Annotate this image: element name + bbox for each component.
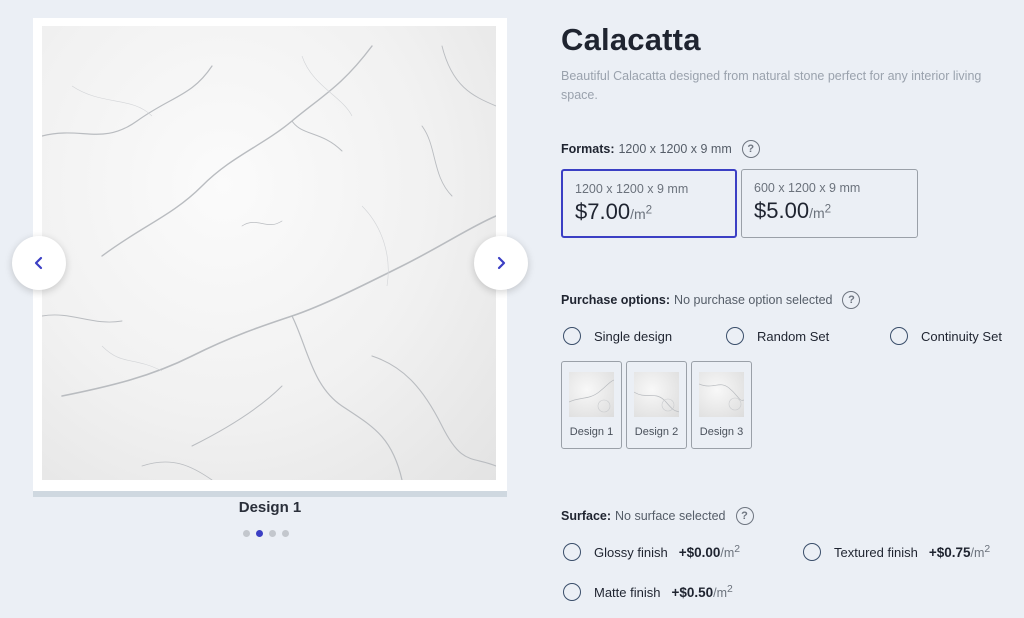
- radio-textured-finish[interactable]: Textured finish +$0.75/m2: [803, 543, 990, 561]
- help-icon[interactable]: ?: [735, 507, 754, 525]
- radio-button[interactable]: [563, 583, 581, 601]
- design-thumbnail-label: Design 3: [699, 426, 744, 438]
- chevron-right-icon: [497, 256, 506, 270]
- radio-button[interactable]: [563, 327, 581, 345]
- radio-label: Single design: [594, 328, 673, 344]
- marble-texture: [42, 45, 496, 480]
- format-dimensions: 1200 x 1200 x 9 mm: [575, 182, 689, 196]
- image-gallery: [33, 18, 507, 497]
- format-option-1200x1200[interactable]: 1200 x 1200 x 9 mm $7.00/m2: [561, 169, 737, 238]
- help-icon[interactable]: ?: [741, 140, 760, 158]
- radio-label: Matte finish: [594, 584, 661, 600]
- help-icon[interactable]: ?: [842, 291, 861, 309]
- carousel-dot-active[interactable]: [256, 530, 263, 537]
- formats-label: Formats: 1200 x 1200 x 9 mm ?: [561, 140, 760, 158]
- surface-heading: Surface:: [561, 509, 612, 523]
- surface-label: Surface: No surface selected ?: [561, 507, 754, 525]
- radio-label: Continuity Set: [921, 328, 1002, 344]
- carousel-dot[interactable]: [243, 530, 250, 537]
- next-image-button[interactable]: [474, 236, 528, 290]
- product-image: [42, 26, 496, 480]
- format-price: $5.00/m2: [754, 198, 832, 223]
- radio-label: Random Set: [757, 328, 830, 344]
- radio-button[interactable]: [803, 543, 821, 561]
- design-thumbnail-image: [634, 372, 679, 417]
- radio-continuity-set[interactable]: Continuity Set: [890, 327, 1002, 345]
- surface-price: +$0.00/m2: [678, 543, 741, 561]
- design-thumbnail-label: Design 1: [569, 426, 614, 438]
- format-option-600x1200[interactable]: 600 x 1200 x 9 mm $5.00/m2: [741, 169, 918, 238]
- radio-label: Glossy finish: [594, 544, 668, 560]
- design-thumbnail-image: [569, 372, 614, 417]
- carousel-dot[interactable]: [269, 530, 276, 537]
- product-description: Beautiful Calacatta designed from natura…: [561, 69, 982, 102]
- purchase-status: No purchase option selected: [674, 293, 833, 307]
- design-thumbnail-label: Design 2: [634, 426, 679, 438]
- surface-price: +$0.75/m2: [928, 543, 991, 561]
- radio-label: Textured finish: [834, 544, 918, 560]
- purchase-heading: Purchase options:: [561, 293, 671, 307]
- product-title: Calacatta: [561, 22, 701, 57]
- purchase-options-label: Purchase options: No purchase option sel…: [561, 291, 861, 309]
- formats-selected: 1200 x 1200 x 9 mm: [618, 142, 732, 156]
- gallery-caption: Design 1: [238, 499, 302, 516]
- design-thumbnail-2[interactable]: Design 2: [626, 361, 687, 449]
- radio-button[interactable]: [563, 543, 581, 561]
- format-dimensions: 600 x 1200 x 9 mm: [754, 181, 861, 195]
- formats-heading: Formats:: [561, 142, 615, 156]
- carousel-dot[interactable]: [282, 530, 289, 537]
- design-thumbnail-3[interactable]: Design 3: [691, 361, 752, 449]
- chevron-left-icon: [34, 256, 43, 270]
- radio-random-set[interactable]: Random Set: [726, 327, 829, 345]
- gallery-progress-bar: [33, 491, 507, 497]
- surface-status: No surface selected: [615, 509, 726, 523]
- design-thumbnail-image: [699, 372, 744, 417]
- carousel-dots: [243, 530, 289, 537]
- surface-price: +$0.50/m2: [671, 583, 733, 601]
- design-thumbnail-1[interactable]: Design 1: [561, 361, 622, 449]
- radio-single-design[interactable]: Single design: [563, 327, 672, 345]
- radio-glossy-finish[interactable]: Glossy finish +$0.00/m2: [563, 543, 740, 561]
- format-price: $7.00/m2: [575, 199, 653, 224]
- radio-button[interactable]: [726, 327, 744, 345]
- radio-button[interactable]: [890, 327, 908, 345]
- previous-image-button[interactable]: [12, 236, 66, 290]
- radio-matte-finish[interactable]: Matte finish +$0.50/m2: [563, 583, 733, 601]
